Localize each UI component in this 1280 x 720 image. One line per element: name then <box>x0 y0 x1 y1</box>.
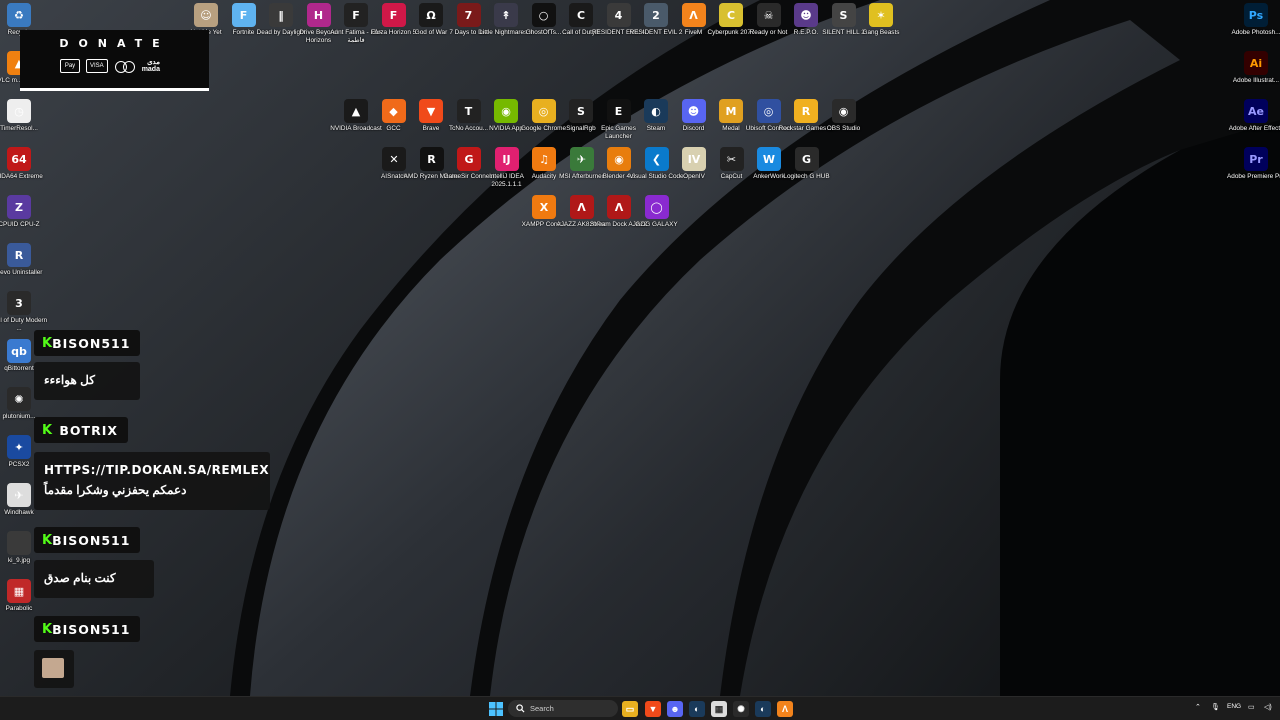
gog-galaxy-icon: ◯ <box>644 195 669 219</box>
timerresol-icon: ◷ <box>7 99 31 123</box>
desktop-icon-label: OBS Studio <box>826 125 861 132</box>
mada-arabic-label: مدى <box>147 59 160 66</box>
desktop-icon-label: GOG GALAXY <box>635 221 678 228</box>
desktop-icon-label: AIDA64 Extreme <box>0 173 43 180</box>
pcsx2-icon: ✦ <box>7 435 31 459</box>
logitech-g-hub-icon: G <box>794 147 819 171</box>
desktop-icon-timerresol[interactable]: ◷ TimerResol... <box>0 99 50 133</box>
volume-icon[interactable]: ◁) <box>1264 703 1272 711</box>
chat-message: كل هواءءء <box>34 362 140 400</box>
mada-badge: مدى mada <box>142 59 160 73</box>
desktop-icon-adobe-after-effects[interactable]: Ae Adobe After Effects <box>1225 99 1280 133</box>
ki-9-jpg-icon <box>7 531 31 555</box>
store-icon[interactable]: ▦ <box>711 701 727 717</box>
kick-logo-icon: K <box>42 621 53 637</box>
fivem-icon[interactable]: Λ <box>777 701 793 717</box>
chevron-up-icon[interactable]: ⌃ <box>1195 703 1201 711</box>
visa-badge: VISA <box>86 59 108 73</box>
chat-username-badge: K BOTRIX <box>34 417 128 443</box>
chat-message-text: كل هواءءء <box>44 373 95 387</box>
desktop-icon-label: Adobe After Effects <box>1228 125 1280 132</box>
call-of-duty-modern-icon: 3 <box>7 291 31 315</box>
desktop-icon-cpuid-cpu-z[interactable]: Z CPUID CPU-Z <box>0 195 50 229</box>
mada-label: mada <box>141 66 160 73</box>
mastercard-icon <box>114 59 136 73</box>
desktop-icon-adobe-illustrat[interactable]: Ai Adobe Illustrat... <box>1225 51 1280 85</box>
obs-studio-icon: ◉ <box>831 99 856 123</box>
kick-logo-icon: K <box>42 335 53 351</box>
aida64-extreme-icon: 64 <box>7 147 31 171</box>
desktop-icon-obs-studio[interactable]: ◉ OBS Studio <box>813 99 875 133</box>
adobe-photosh-icon: Ps <box>1244 3 1268 27</box>
language-indicator[interactable]: ENG <box>1227 703 1241 710</box>
chat-message: كنت بنام صدق <box>34 560 154 598</box>
chat-message-text: دعمكم يحفزني وشكرا مقدماً <box>44 483 187 497</box>
parabolic-icon: ▦ <box>7 579 31 603</box>
desktop-icon-label: TimerResol... <box>0 125 38 132</box>
brave-icon[interactable]: ▼ <box>645 701 661 717</box>
chat-message: HTTPS://TIP.DOKAN.SA/REMLEX دعمكم يحفزني… <box>34 452 270 510</box>
microphone-icon[interactable]: 🎙 <box>1211 703 1220 711</box>
adobe-illustrat-icon: Ai <box>1244 51 1268 75</box>
desktop-icon-label: Revo Uninstaller <box>0 269 43 276</box>
chat-emote-image <box>42 658 64 678</box>
desktop-icon-gang-beasts[interactable]: ✶ Gang Beasts <box>850 3 912 37</box>
payment-methods: Pay VISA مدى mada <box>60 59 160 73</box>
chat-message-text: كنت بنام صدق <box>44 571 116 585</box>
chat-username: BISON511 <box>52 621 131 637</box>
desktop-icon-label: Adobe Photosh... <box>1231 29 1280 36</box>
desktop-icon-adobe-premiere-pro[interactable]: Pr Adobe Premiere Pro <box>1225 147 1280 181</box>
steam-icon-2[interactable]: ◐ <box>755 701 771 717</box>
plutonium-icon: ✺ <box>7 387 31 411</box>
discord-icon[interactable]: ☻ <box>667 701 683 717</box>
adobe-after-effects-icon: Ae <box>1244 99 1268 123</box>
windhawk-icon: ✈ <box>7 483 31 507</box>
chatgpt-icon[interactable]: ✺ <box>733 701 749 717</box>
qbittorrent-icon: qb <box>7 339 31 363</box>
search-icon <box>516 704 525 713</box>
adobe-premiere-pro-icon: Pr <box>1244 147 1268 171</box>
desktop-icon-label: Logitech G HUB <box>783 173 830 180</box>
chat-username-badge: K BISON511 <box>34 330 140 356</box>
file-explorer-icon[interactable]: ▭ <box>622 701 638 717</box>
network-icon[interactable]: ▭ <box>1248 703 1255 711</box>
start-button[interactable] <box>488 701 504 717</box>
desktop-icon-label: Adobe Premiere Pro <box>1227 173 1280 180</box>
desktop-icon-aida64-extreme[interactable]: 64 AIDA64 Extreme <box>0 147 50 181</box>
gang-beasts-icon: ✶ <box>869 3 893 27</box>
cpuid-cpu-z-icon: Z <box>7 195 31 219</box>
revo-uninstaller-icon: R <box>7 243 31 267</box>
steam-icon[interactable]: ◐ <box>689 701 705 717</box>
chat-username-badge: K BISON511 <box>34 616 140 642</box>
desktop-icon-adobe-photosh[interactable]: Ps Adobe Photosh... <box>1225 3 1280 37</box>
kick-logo-icon: K <box>42 422 53 438</box>
search-placeholder: Search <box>530 704 554 713</box>
chat-username: BOTRIX <box>59 422 118 438</box>
desktop: ☺Not Me YetFFortnite‖Dead by DaylightHDr… <box>0 0 1280 696</box>
chat-message <box>34 650 74 688</box>
donate-title: DONATE <box>59 37 170 50</box>
chat-username-badge: K BISON511 <box>34 527 140 553</box>
apple-pay-badge: Pay <box>60 59 80 73</box>
desktop-icon-call-of-duty-modern[interactable]: 3Call of Duty Modern ... <box>0 291 50 332</box>
desktop-icon-label: Parabolic <box>5 605 33 612</box>
desktop-icon-label: Adobe Illustrat... <box>1232 77 1280 84</box>
chat-username: BISON511 <box>52 335 131 351</box>
desktop-icon-label: Windhawk <box>4 509 34 516</box>
recycle-icon: ♻ <box>7 3 31 27</box>
desktop-icon-gog-galaxy[interactable]: ◯ GOG GALAXY <box>626 195 688 229</box>
windows-logo-icon <box>489 702 503 716</box>
kick-logo-icon: K <box>42 532 53 548</box>
desktop-icon-label: Gang Beasts <box>862 29 900 36</box>
desktop-icon-logitech-g-hub[interactable]: G Logitech G HUB <box>776 147 838 181</box>
desktop-icon-revo-uninstaller[interactable]: R Revo Uninstaller <box>0 243 50 277</box>
taskbar-search[interactable]: Search <box>508 700 618 717</box>
taskbar: Search ▭ ▼ ☻ ◐ ▦ ✺ ◐ Λ ⌃ 🎙 ENG ▭ ◁) <box>0 696 1280 720</box>
chat-message-link[interactable]: HTTPS://TIP.DOKAN.SA/REMLEX <box>44 460 269 480</box>
chat-username: BISON511 <box>52 532 131 548</box>
donate-widget[interactable]: DONATE Pay VISA مدى mada <box>20 30 209 91</box>
desktop-icon-label: CPUID CPU-Z <box>0 221 40 228</box>
